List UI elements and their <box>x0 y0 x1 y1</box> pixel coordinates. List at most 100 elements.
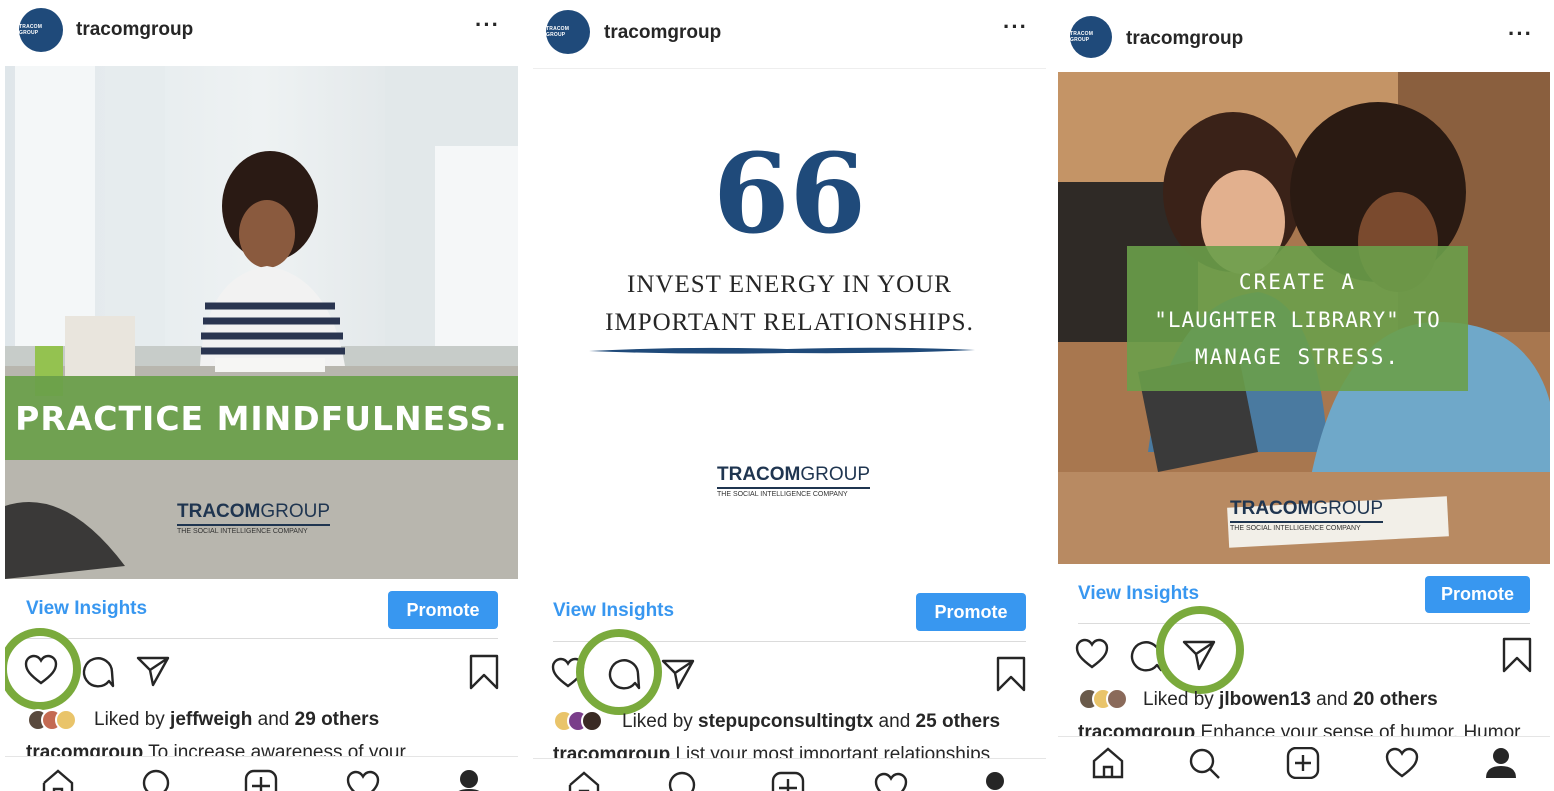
share-icon[interactable] <box>661 658 695 690</box>
caption-username[interactable]: tracomgroup <box>26 742 143 756</box>
home-icon[interactable] <box>41 769 75 791</box>
logo-group-text: GROUP <box>260 501 331 522</box>
brush-underline <box>589 347 975 354</box>
home-icon[interactable] <box>1091 747 1125 779</box>
bottom-tab-bar <box>5 756 518 791</box>
caption-username[interactable]: tracomgroup <box>1078 722 1195 736</box>
caption-text: List your most important relationships <box>670 744 991 758</box>
more-options-icon[interactable]: ··· <box>475 12 500 38</box>
liked-prefix: Liked by <box>1143 689 1220 710</box>
logo-main-text: TRACOM <box>1230 498 1314 519</box>
liker-avatar <box>581 710 603 732</box>
logo-main-text: TRACOM <box>177 501 261 522</box>
more-options-icon[interactable]: ··· <box>1508 21 1533 47</box>
logo-main-text: TRACOM <box>717 464 801 485</box>
bookmark-icon[interactable] <box>996 656 1026 692</box>
liked-prefix: Liked by <box>94 709 171 730</box>
username[interactable]: tracomgroup <box>1126 28 1243 50</box>
heart-icon[interactable] <box>1075 638 1109 670</box>
search-icon[interactable] <box>1188 747 1222 779</box>
liked-others-link[interactable]: 25 others <box>916 711 1000 732</box>
post-panel-1: TRACOM GROUP tracomgroup ··· PRACTICE MI… <box>5 0 518 791</box>
logo-tagline: THE SOCIAL INTELLIGENCE COMPANY <box>1230 521 1384 532</box>
overlay-line-2: "LAUGHTER LIBRARY" TO <box>1154 308 1441 332</box>
brand-logo: TRACOMGROUP THE SOCIAL INTELLIGENCE COMP… <box>717 464 871 498</box>
liker-avatars <box>553 710 603 732</box>
likes-summary[interactable]: Liked by stepupconsultingtx and 25 other… <box>622 711 1000 733</box>
post-panel-2: TRACOM GROUP tracomgroup ··· 66 INVEST E… <box>533 0 1046 791</box>
avatar[interactable]: TRACOM GROUP <box>1070 16 1112 58</box>
liked-user-link[interactable]: stepupconsultingtx <box>698 711 873 732</box>
profile-icon[interactable] <box>1484 747 1518 779</box>
more-options-icon[interactable]: ··· <box>1003 14 1028 40</box>
activity-icon[interactable] <box>874 771 908 791</box>
caption: tracomgroup Enhance your sense of humor.… <box>1078 722 1544 736</box>
quote-line-2: IMPORTANT RELATIONSHIPS. <box>605 309 974 336</box>
liked-user-link[interactable]: jlbowen13 <box>1219 689 1311 710</box>
post-image[interactable]: 66 INVEST ENERGY IN YOUR IMPORTANT RELAT… <box>533 68 1046 581</box>
divider <box>1078 623 1530 624</box>
add-icon[interactable] <box>771 771 805 791</box>
promote-button[interactable]: Promote <box>916 593 1026 631</box>
overlay-line-3: MANAGE STRESS. <box>1194 345 1400 369</box>
post-panel-3: TRACOM GROUP tracomgroup ··· CREATE A "L… <box>1058 0 1550 791</box>
promote-button[interactable]: Promote <box>1425 576 1530 613</box>
quote-line-1: INVEST ENERGY IN YOUR <box>627 271 952 298</box>
liked-user-link[interactable]: jeffweigh <box>170 709 252 730</box>
activity-icon[interactable] <box>1385 747 1419 779</box>
avatar-logo-text: TRACOM GROUP <box>1070 31 1094 43</box>
avatar-logo-text: TRACOM GROUP <box>19 24 43 36</box>
post-header: TRACOM GROUP tracomgroup ··· <box>1058 0 1550 60</box>
bookmark-icon[interactable] <box>1502 637 1532 673</box>
view-insights-link[interactable]: View Insights <box>553 600 674 622</box>
avatar[interactable]: TRACOM GROUP <box>546 10 590 54</box>
share-icon[interactable] <box>136 655 170 687</box>
brand-logo: TRACOMGROUP THE SOCIAL INTELLIGENCE COMP… <box>177 501 331 535</box>
activity-icon[interactable] <box>346 769 380 791</box>
logo-tagline: THE SOCIAL INTELLIGENCE COMPANY <box>717 487 871 498</box>
avatar-logo-text: TRACOM GROUP <box>546 26 570 38</box>
view-insights-link[interactable]: View Insights <box>1078 583 1199 605</box>
divider <box>26 638 498 639</box>
liked-others-link[interactable]: 29 others <box>295 709 379 730</box>
caption-text: Enhance your sense of humor. Humor <box>1195 722 1521 736</box>
caption-text: To increase awareness of your <box>143 742 406 756</box>
caption-username[interactable]: tracomgroup <box>553 744 670 758</box>
bottom-tab-bar <box>1058 736 1550 791</box>
bookmark-icon[interactable] <box>469 654 499 690</box>
add-icon[interactable] <box>1286 747 1320 779</box>
search-icon[interactable] <box>667 771 701 791</box>
promote-button[interactable]: Promote <box>388 591 498 629</box>
quote-mark: 66 <box>712 129 867 258</box>
search-icon[interactable] <box>141 769 175 791</box>
username[interactable]: tracomgroup <box>76 19 193 41</box>
logo-tagline: THE SOCIAL INTELLIGENCE COMPANY <box>177 524 331 535</box>
likes-summary[interactable]: Liked by jeffweigh and 29 others <box>94 709 379 731</box>
caption: tracomgroup To increase awareness of you… <box>26 742 506 756</box>
profile-icon[interactable] <box>452 769 486 791</box>
comment-icon[interactable] <box>81 655 115 689</box>
post-image[interactable]: CREATE A "LAUGHTER LIBRARY" TO MANAGE ST… <box>1058 72 1550 564</box>
liker-avatars <box>27 709 77 731</box>
add-icon[interactable] <box>244 769 278 791</box>
caption: tracomgroup List your most important rel… <box>553 744 1033 758</box>
profile-icon[interactable] <box>978 771 1012 791</box>
liker-avatars <box>1078 688 1128 710</box>
overlay-caption-text: PRACTICE MINDFULNESS. <box>15 399 508 438</box>
liked-others-link[interactable]: 20 others <box>1353 689 1437 710</box>
view-insights-link[interactable]: View Insights <box>26 598 147 620</box>
liker-avatar <box>55 709 77 731</box>
avatar[interactable]: TRACOM GROUP <box>19 8 63 52</box>
post-image[interactable]: PRACTICE MINDFULNESS. TRACOMGROUP THE SO… <box>5 66 518 579</box>
post-header: TRACOM GROUP tracomgroup ··· <box>5 0 518 60</box>
post-header: TRACOM GROUP tracomgroup ··· <box>533 0 1046 60</box>
liked-and: and <box>873 711 916 732</box>
likes-summary[interactable]: Liked by jlbowen13 and 20 others <box>1143 689 1438 711</box>
overlay-line-1: CREATE A <box>1238 270 1357 294</box>
highlight-circle <box>1156 606 1244 694</box>
home-icon[interactable] <box>567 771 601 791</box>
highlight-circle <box>576 629 662 715</box>
liker-avatar <box>1106 688 1128 710</box>
bottom-tab-bar <box>533 758 1046 791</box>
username[interactable]: tracomgroup <box>604 22 721 44</box>
